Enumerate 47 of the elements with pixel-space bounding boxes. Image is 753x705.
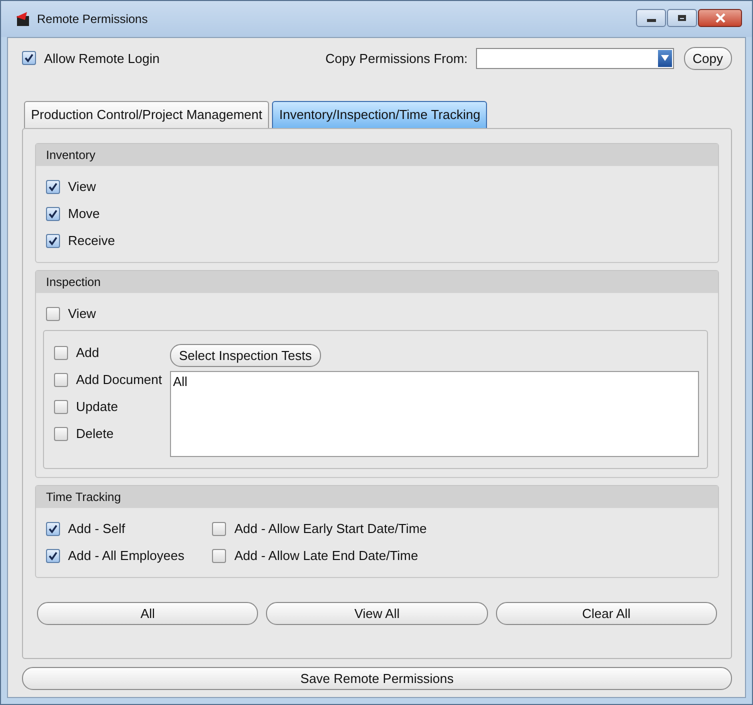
- select-tests-button[interactable]: Select Inspection Tests: [170, 344, 321, 367]
- checkbox-label: Add - Self: [68, 521, 126, 536]
- action-button[interactable]: Clear All: [496, 602, 717, 625]
- checkbox[interactable]: [54, 346, 68, 360]
- checkbox-label: Add - Allow Early Start Date/Time: [234, 521, 427, 536]
- copy-button[interactable]: Copy: [684, 46, 732, 70]
- tab[interactable]: Inventory/Inspection/Time Tracking: [272, 101, 488, 128]
- save-button[interactable]: Save Remote Permissions: [22, 667, 732, 690]
- section-header: Inventory: [36, 144, 718, 166]
- app-icon: [15, 11, 31, 27]
- checkbox-label: Add - All Employees: [68, 548, 184, 563]
- checkbox[interactable]: [46, 206, 60, 220]
- checkbox[interactable]: [46, 548, 60, 562]
- checkbox-label: View: [68, 179, 96, 194]
- copy-from-label: Copy Permissions From:: [325, 50, 468, 66]
- checkbox[interactable]: [212, 522, 226, 536]
- checkbox-label: Allow Remote Login: [44, 50, 160, 66]
- section-header: Inspection: [36, 271, 718, 293]
- checkbox[interactable]: [46, 306, 60, 320]
- checkbox-label: Move: [68, 206, 100, 221]
- action-button[interactable]: All: [37, 602, 258, 625]
- tab[interactable]: Production Control/Project Management: [24, 101, 270, 128]
- section-header: Time Tracking: [36, 486, 718, 508]
- checkbox-label: Add Document: [76, 372, 162, 387]
- checkbox-label: View: [68, 306, 96, 321]
- checkbox[interactable]: [46, 180, 60, 194]
- checkbox[interactable]: [54, 372, 68, 386]
- close-icon[interactable]: [714, 13, 726, 23]
- checkbox-label: Add - Allow Late End Date/Time: [234, 548, 418, 563]
- tests-list[interactable]: All: [170, 371, 699, 457]
- checkbox-label: Update: [76, 399, 118, 414]
- copy-from-dropdown[interactable]: [476, 48, 674, 68]
- checkbox[interactable]: [46, 234, 60, 248]
- checkbox[interactable]: [46, 522, 60, 536]
- checkbox-label: Receive: [68, 233, 115, 248]
- close-button[interactable]: [698, 9, 742, 27]
- window-title: Remote Permissions: [37, 12, 149, 26]
- list-item[interactable]: All: [173, 374, 188, 389]
- checkbox[interactable]: [54, 400, 68, 414]
- maximize-button[interactable]: [667, 9, 697, 27]
- checkbox[interactable]: [212, 548, 226, 562]
- checkbox[interactable]: [54, 426, 68, 440]
- checkbox[interactable]: [22, 51, 36, 65]
- action-button[interactable]: View All: [266, 602, 488, 625]
- minimize-button[interactable]: [636, 9, 666, 27]
- checkbox-label: Delete: [76, 426, 114, 441]
- checkbox-label: Add: [76, 345, 100, 360]
